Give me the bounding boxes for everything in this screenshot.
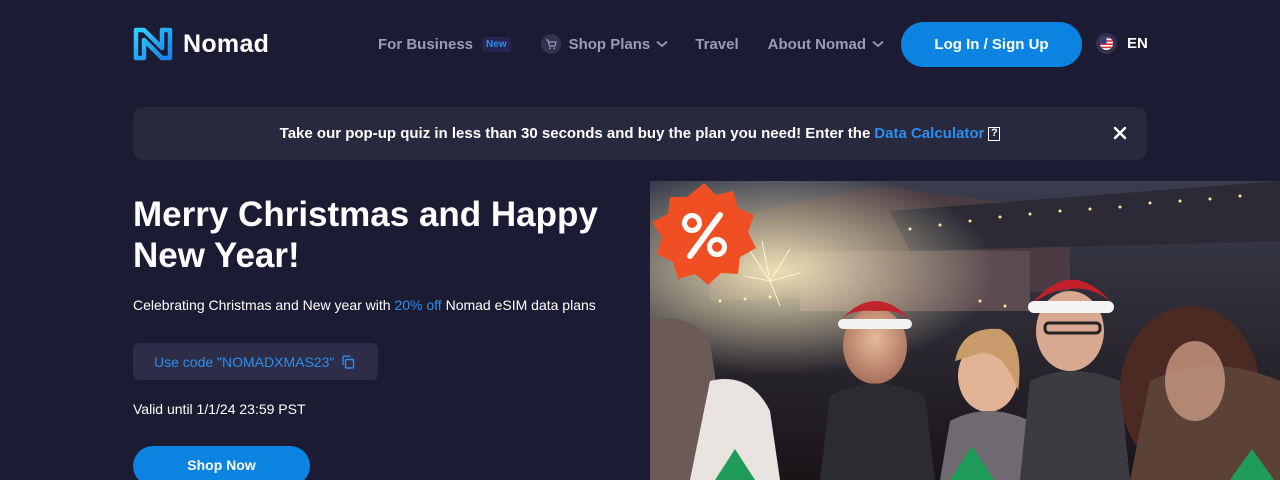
promo-code-copy-button[interactable]: Use code "NOMADXMAS23" bbox=[133, 343, 378, 380]
banner-text: Take our pop-up quiz in less than 30 sec… bbox=[279, 125, 871, 142]
data-calculator-link[interactable]: Data Calculator bbox=[874, 125, 984, 142]
cart-icon bbox=[540, 34, 561, 54]
nav-for-business-label: For Business bbox=[378, 35, 474, 53]
shop-now-button[interactable]: Shop Now bbox=[133, 446, 310, 480]
quiz-banner: Take our pop-up quiz in less than 30 sec… bbox=[133, 107, 1147, 160]
help-icon: ? bbox=[988, 126, 1001, 141]
valid-until-text: Valid until 1/1/24 23:59 PST bbox=[133, 401, 306, 417]
chevron-down-icon bbox=[656, 40, 668, 48]
promo-code-label: Use code "NOMADXMAS23" bbox=[154, 353, 335, 370]
percent-badge-icon bbox=[652, 183, 756, 285]
nav-travel[interactable]: Travel bbox=[695, 36, 738, 53]
nav-about[interactable]: About Nomad bbox=[768, 36, 884, 53]
language-label: EN bbox=[1127, 35, 1148, 52]
brand-logo[interactable]: Nomad bbox=[133, 26, 269, 62]
nav-shop-plans-label: Shop Plans bbox=[568, 35, 651, 53]
login-signup-button[interactable]: Log In / Sign Up bbox=[901, 22, 1082, 67]
discount-highlight: 20% off bbox=[394, 297, 442, 313]
nav-travel-label: Travel bbox=[695, 35, 739, 53]
chevron-down-icon bbox=[872, 40, 884, 48]
close-icon[interactable] bbox=[1111, 124, 1129, 142]
hero-title: Merry Christmas and Happy New Year! bbox=[133, 195, 598, 275]
brand-name: Nomad bbox=[183, 29, 270, 58]
new-badge: New bbox=[482, 36, 511, 52]
language-selector[interactable]: EN bbox=[1096, 33, 1148, 54]
nav-for-business[interactable]: For Business New bbox=[378, 36, 511, 53]
nav-shop-plans[interactable]: Shop Plans bbox=[540, 34, 669, 54]
nav-about-label: About Nomad bbox=[767, 35, 866, 53]
site-header: Nomad For Business New Shop Plans Travel bbox=[0, 0, 1280, 88]
main-nav: For Business New Shop Plans Travel About… bbox=[378, 34, 884, 54]
us-flag-icon bbox=[1096, 33, 1117, 54]
hero-subtitle-end: Nomad eSIM data plans bbox=[441, 297, 596, 313]
hero-subtitle: Celebrating Christmas and New year with … bbox=[133, 297, 596, 313]
nomad-logo-icon bbox=[133, 27, 173, 61]
hero-subtitle-start: Celebrating Christmas and New year with bbox=[133, 297, 395, 313]
copy-icon bbox=[342, 355, 355, 369]
